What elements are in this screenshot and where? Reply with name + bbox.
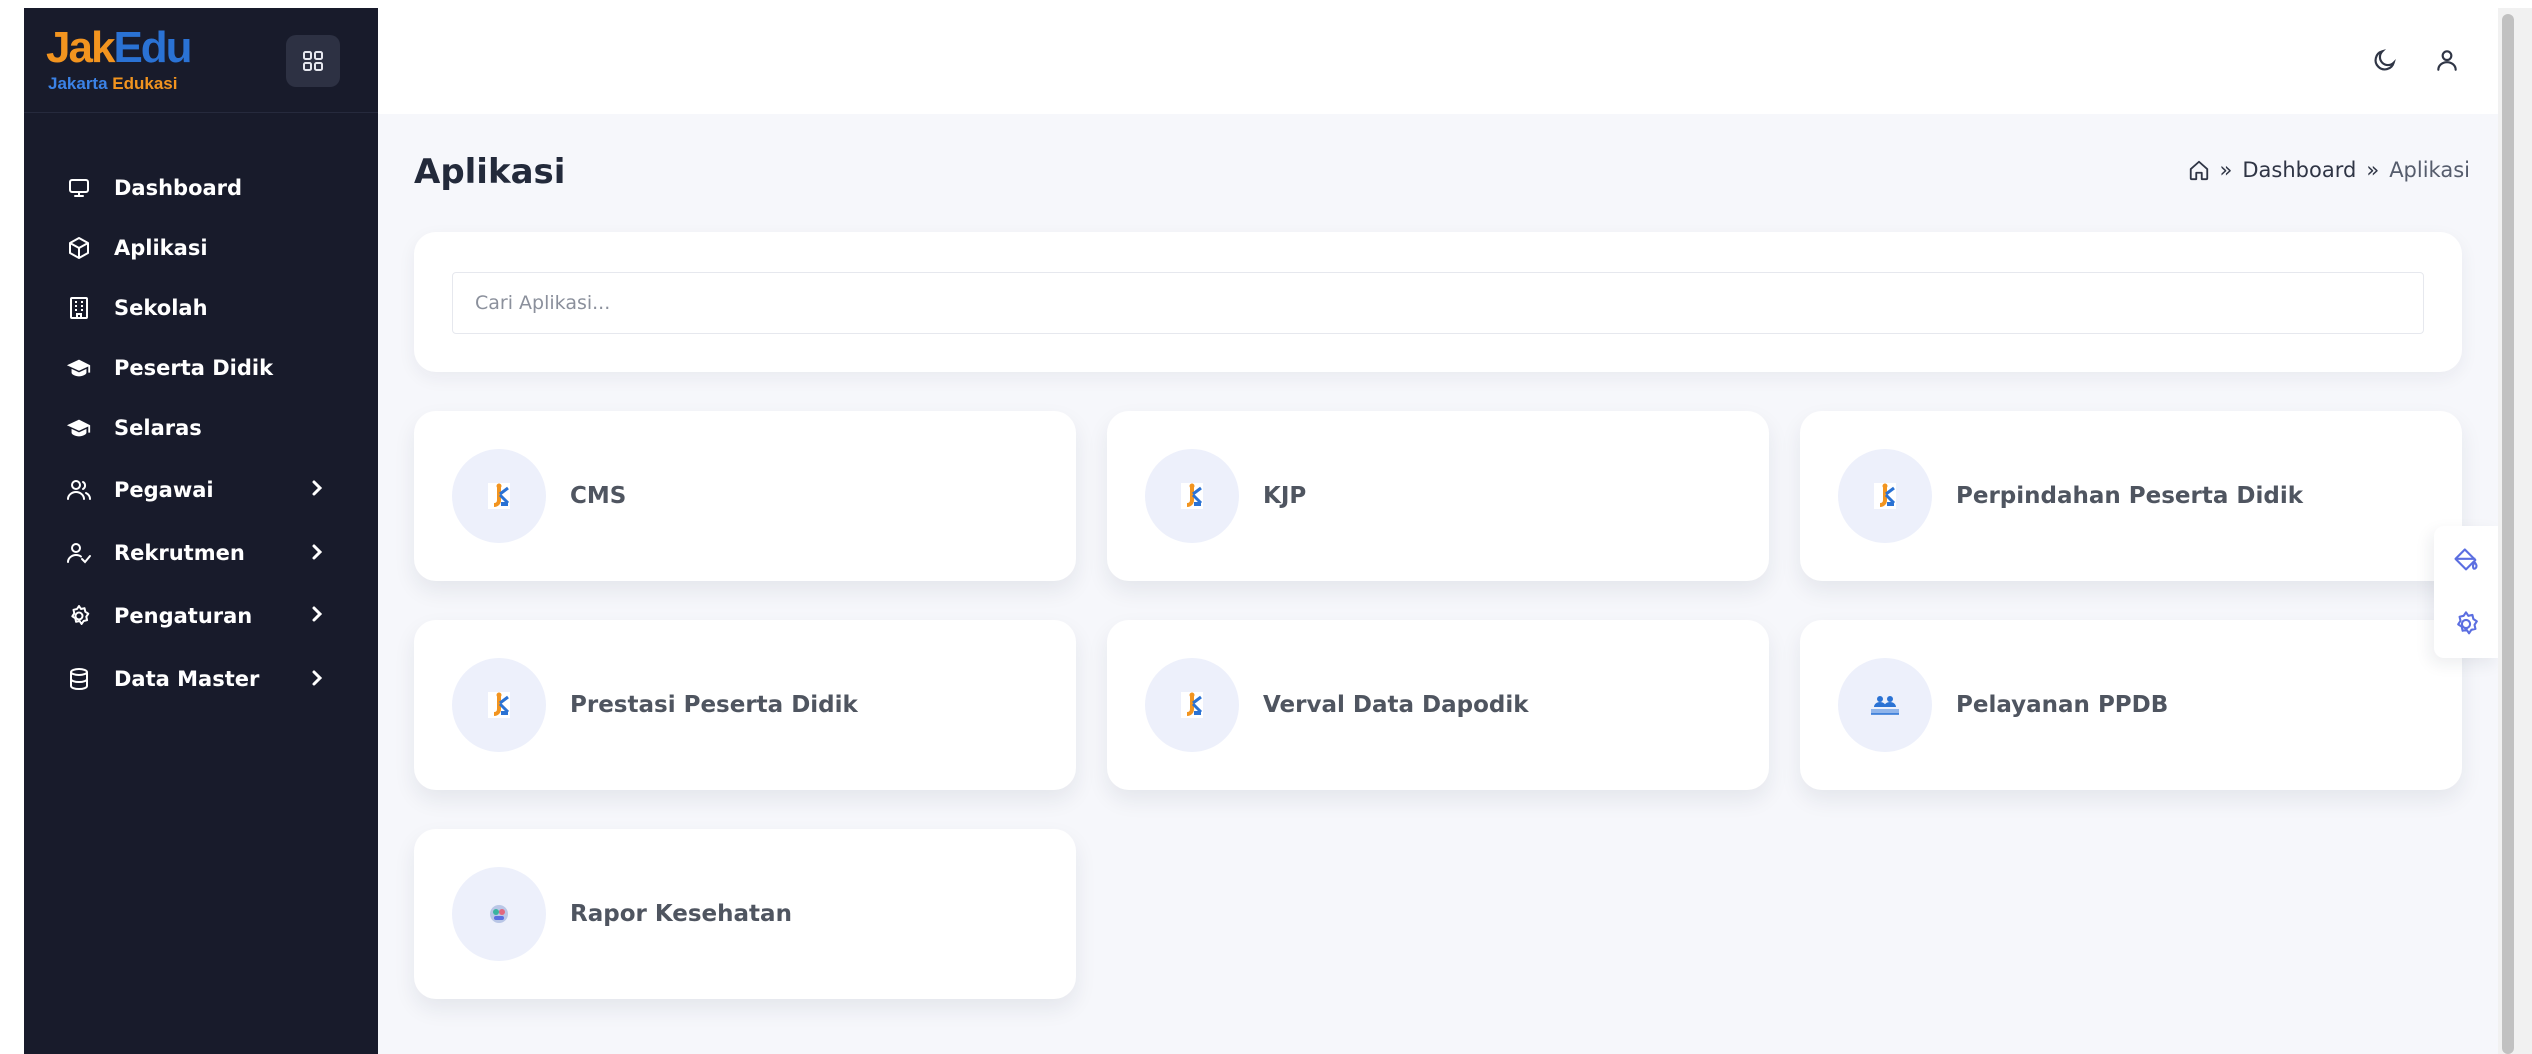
breadcrumb-separator: » [2366,158,2380,182]
settings-button[interactable] [2448,606,2484,642]
sidebar-item-dashboard[interactable]: Dashboard [24,158,378,218]
dark-mode-toggle[interactable] [2368,43,2402,77]
app-card-cms[interactable]: CMS [414,411,1076,581]
sidebar-item-label: Dashboard [114,176,243,200]
floating-tools [2434,526,2498,658]
jakedu-logo-icon [1181,692,1203,718]
monitor-icon [66,175,92,201]
jakedu-logo-icon [488,692,510,718]
app-name: Perpindahan Peserta Didik [1956,483,2304,509]
health-logo-icon [490,905,508,923]
graduation-cap-icon [66,415,92,441]
home-icon[interactable] [2188,159,2210,181]
sidebar-item-sekolah[interactable]: Sekolah [24,278,378,338]
app-icon-container [1145,658,1239,752]
app-card-kjp[interactable]: KJP [1107,411,1769,581]
theme-customizer-button[interactable] [2448,542,2484,578]
app-card-rapor-kesehatan[interactable]: Rapor Kesehatan [414,829,1076,999]
app-card-verval-data-dapodik[interactable]: Verval Data Dapodik [1107,620,1769,790]
sidebar-item-label: Selaras [114,416,202,440]
app-name: KJP [1263,483,1307,509]
sidebar-item-pegawai[interactable]: Pegawai [24,458,378,522]
user-check-icon [66,540,92,566]
jakedu-logo-icon [488,483,510,509]
cube-icon [66,235,92,261]
users-icon [66,477,92,503]
breadcrumb: » Dashboard » Aplikasi [2188,158,2470,182]
sidebar: JakEdu Jakarta Edukasi Dashboard Aplikas… [24,8,378,1054]
sidebar-item-peserta-didik[interactable]: Peserta Didik [24,338,378,398]
chevron-right-icon [312,480,323,496]
app-frame: JakEdu Jakarta Edukasi Dashboard Aplikas… [0,0,2532,1054]
app-card-pelayanan-ppdb[interactable]: Pelayanan PPDB [1800,620,2462,790]
logo-letters-du: du [140,23,193,72]
sidebar-item-pengaturan[interactable]: Pengaturan [24,584,378,648]
ppdb-logo-icon [1871,696,1899,715]
logo-letter-j: J [46,23,71,72]
sidebar-item-label: Aplikasi [114,236,208,260]
chevron-right-icon [312,606,323,622]
sidebar-item-label: Pengaturan [114,604,253,628]
scrollbar-thumb[interactable] [2502,14,2514,1054]
paint-bucket-icon [2454,548,2478,571]
main-content: Aplikasi » Dashboard » Aplikasi CMS KJP [378,114,2498,1054]
graduation-cap-icon [66,355,92,381]
sidebar-item-rekrutmen[interactable]: Rekrutmen [24,522,378,584]
jakedu-logo-icon [1181,483,1203,509]
sidebar-item-aplikasi[interactable]: Aplikasi [24,218,378,278]
app-name: Rapor Kesehatan [570,901,792,927]
app-name: Pelayanan PPDB [1956,692,2169,718]
sidebar-toggle-button[interactable] [286,35,340,87]
moon-icon [2374,49,2396,71]
chevron-right-icon [312,544,323,560]
sidebar-item-label: Pegawai [114,478,214,502]
sidebar-nav: Dashboard Aplikasi Sekolah Peserta Didik [24,158,378,710]
topbar [378,8,2498,114]
sidebar-item-data-master[interactable]: Data Master [24,648,378,710]
jakedu-logo[interactable]: JakEdu Jakarta Edukasi [46,18,246,96]
app-icon-container [1838,449,1932,543]
page-title: Aplikasi [414,152,566,192]
logo-letters-ak: ak [68,23,115,72]
chevron-right-icon [312,670,323,686]
gear-icon [66,603,92,629]
app-icon-container [452,449,546,543]
app-name: Verval Data Dapodik [1263,692,1529,718]
sidebar-item-label: Rekrutmen [114,541,245,565]
logo-subtitle: Jakarta Edukasi [48,74,177,94]
sidebar-item-label: Sekolah [114,296,208,320]
app-icon-container [1838,658,1932,752]
building-icon [66,295,92,321]
user-icon [2437,50,2457,71]
jakedu-logo-icon [1874,483,1896,509]
app-card-prestasi-peserta-didik[interactable]: Prestasi Peserta Didik [414,620,1076,790]
sidebar-brand: JakEdu Jakarta Edukasi [24,8,378,113]
breadcrumb-dashboard-link[interactable]: Dashboard [2242,158,2356,182]
logo-wordmark: JakEdu [46,22,193,74]
gear-icon [2457,611,2478,635]
logo-sub-edukasi: Edukasi [112,74,178,93]
app-icon-container [452,658,546,752]
app-icon-container [1145,449,1239,543]
breadcrumb-separator: » [2219,158,2233,182]
grid-icon [303,51,323,71]
user-menu-button[interactable] [2430,43,2464,77]
database-icon [66,666,92,692]
logo-sub-jakarta: Jakarta [48,74,113,93]
search-card [414,232,2462,372]
app-name: Prestasi Peserta Didik [570,692,858,718]
app-card-perpindahan-peserta-didik[interactable]: Perpindahan Peserta Didik [1800,411,2462,581]
app-icon-container [452,867,546,961]
logo-letter-e: E [113,23,142,72]
sidebar-item-selaras[interactable]: Selaras [24,398,378,458]
sidebar-item-label: Data Master [114,667,260,691]
app-name: CMS [570,483,627,509]
sidebar-item-label: Peserta Didik [114,356,274,380]
breadcrumb-current: Aplikasi [2389,158,2470,182]
search-input[interactable] [452,272,2424,334]
